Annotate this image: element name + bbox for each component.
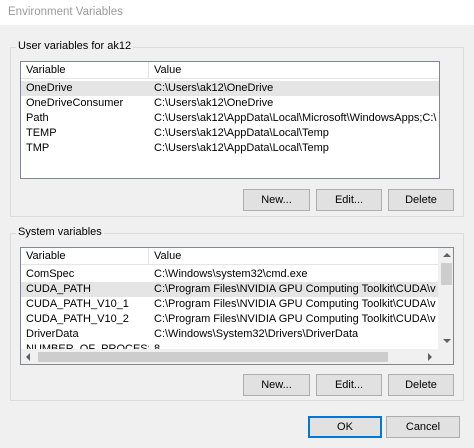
system-list-header: Variable Value xyxy=(21,248,453,265)
system-column-variable[interactable]: Variable xyxy=(21,248,149,265)
system-list-vertical-scrollbar[interactable] xyxy=(438,248,453,349)
user-row-value: C:\Users\ak12\OneDrive xyxy=(154,97,274,109)
system-row-value: C:\Windows\System32\Drivers\DriverData xyxy=(154,328,359,340)
system-variables-label: System variables xyxy=(16,226,104,238)
user-list-header: Variable Value xyxy=(21,62,439,79)
system-row-value: C:\Windows\system32\cmd.exe xyxy=(154,268,308,280)
vertical-scroll-thumb[interactable] xyxy=(441,263,452,285)
user-table-row[interactable]: OneDriveConsumer C:\Users\ak12\OneDrive xyxy=(21,96,439,111)
user-edit-button[interactable]: Edit... xyxy=(316,189,382,211)
user-row-variable: Path xyxy=(26,112,49,124)
user-table-row[interactable]: TEMP C:\Users\ak12\AppData\Local\Temp xyxy=(21,126,439,141)
user-row-value: C:\Users\ak12\AppData\Local\Temp xyxy=(154,127,329,139)
user-new-button[interactable]: New... xyxy=(243,189,310,211)
scroll-up-arrow-icon[interactable] xyxy=(443,253,451,257)
scroll-left-arrow-icon[interactable] xyxy=(26,353,30,361)
system-list-horizontal-scrollbar[interactable] xyxy=(21,349,453,364)
user-row-value: C:\Users\ak12\AppData\Local\Temp xyxy=(154,142,329,154)
system-row-variable: CUDA_PATH_V10_2 xyxy=(26,313,129,325)
system-row-variable: CUDA_PATH xyxy=(26,283,91,295)
window-title: Environment Variables xyxy=(8,6,123,18)
user-row-variable: OneDrive xyxy=(26,82,73,94)
system-row-variable: DriverData xyxy=(26,328,79,340)
system-new-button[interactable]: New... xyxy=(243,374,310,396)
system-table-row[interactable]: CUDA_PATH_V10_1 C:\Program Files\NVIDIA G… xyxy=(21,297,438,312)
user-variables-list[interactable]: Variable Value OneDrive C:\Users\ak12\One… xyxy=(20,61,440,179)
user-column-variable[interactable]: Variable xyxy=(21,62,149,79)
system-table-row[interactable]: DriverData C:\Windows\System32\Drivers\Dr… xyxy=(21,327,438,342)
window-title-bar[interactable]: Environment Variables xyxy=(0,0,474,26)
cancel-button[interactable]: Cancel xyxy=(386,416,460,438)
user-table-row[interactable]: TMP C:\Users\ak12\AppData\Local\Temp xyxy=(21,141,439,156)
ok-button[interactable]: OK xyxy=(308,416,382,438)
system-table-row[interactable]: CUDA_PATH_V10_2 C:\Program Files\NVIDIA G… xyxy=(21,312,438,327)
scrollbar-corner xyxy=(438,349,453,364)
user-row-value: C:\Users\ak12\AppData\Local\Microsoft\Wi… xyxy=(154,112,437,124)
user-row-variable: TMP xyxy=(26,142,50,154)
user-row-variable: TEMP xyxy=(26,127,57,139)
system-row-value: C:\Program Files\NVIDIA GPU Computing To… xyxy=(154,298,436,310)
system-column-value[interactable]: Value xyxy=(149,248,439,265)
system-table-row[interactable]: ComSpec C:\Windows\system32\cmd.exe xyxy=(21,267,438,282)
system-row-variable: ComSpec xyxy=(26,268,75,280)
system-row-variable: CUDA_PATH_V10_1 xyxy=(26,298,129,310)
system-row-value: C:\Program Files\NVIDIA GPU Computing To… xyxy=(154,283,436,295)
user-table-row[interactable]: OneDrive C:\Users\ak12\OneDrive xyxy=(21,81,439,96)
user-delete-button[interactable]: Delete xyxy=(388,189,454,211)
system-edit-button[interactable]: Edit... xyxy=(316,374,382,396)
system-row-value: C:\Program Files\NVIDIA GPU Computing To… xyxy=(154,313,436,325)
user-table-row[interactable]: Path C:\Users\ak12\AppData\Local\Microsof… xyxy=(21,111,439,126)
user-row-value: C:\Users\ak12\OneDrive xyxy=(154,82,274,94)
user-column-value[interactable]: Value xyxy=(149,62,439,79)
user-variables-label: User variables for ak12 xyxy=(16,40,134,52)
user-row-variable: OneDriveConsumer xyxy=(26,97,124,109)
system-table-row[interactable]: CUDA_PATH C:\Program Files\NVIDIA GPU Com… xyxy=(21,282,438,297)
horizontal-scroll-thumb[interactable] xyxy=(38,352,388,362)
system-delete-button[interactable]: Delete xyxy=(388,374,454,396)
scroll-right-arrow-icon[interactable] xyxy=(428,353,432,361)
system-variables-list[interactable]: Variable Value ComSpec C:\Windows\system3… xyxy=(20,247,454,365)
scroll-down-arrow-icon[interactable] xyxy=(443,339,451,343)
